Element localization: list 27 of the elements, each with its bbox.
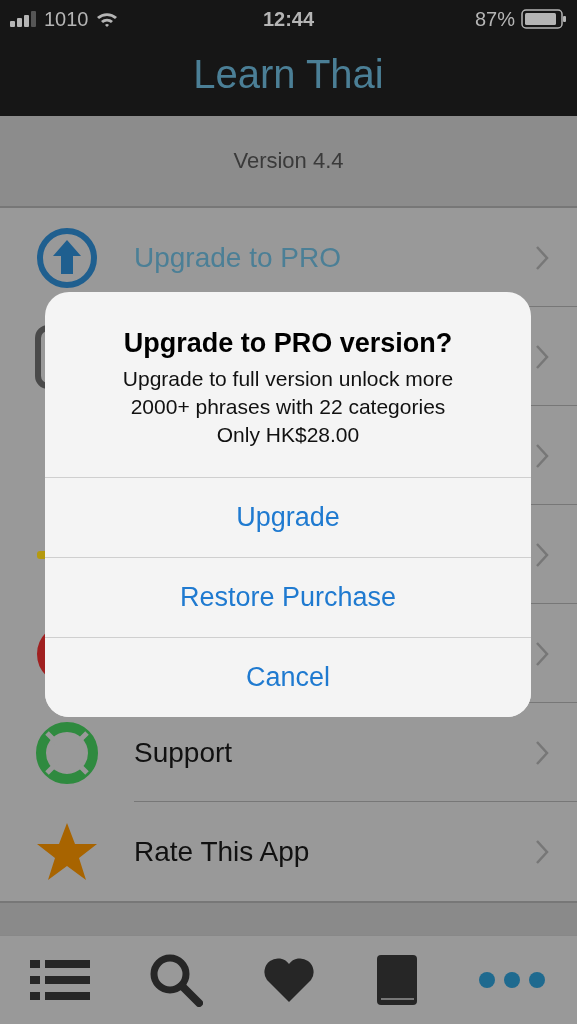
menu-item-label[interactable]: Rate This App	[134, 835, 535, 868]
chevron-icon	[535, 838, 549, 865]
app-title: Learn Thai	[193, 51, 384, 97]
chevron-icon	[535, 343, 549, 370]
chevron-icon	[535, 541, 549, 568]
chevron-icon	[535, 739, 549, 766]
heart-icon[interactable]	[262, 956, 317, 1004]
chevron-icon	[535, 244, 549, 271]
dialog-message: Only HK$28.00	[216, 423, 360, 447]
list-icon[interactable]	[29, 958, 90, 1002]
book-icon[interactable]	[375, 955, 418, 1005]
dialog-message: 2000+ phrases with 22 categories	[130, 395, 446, 419]
menu-item-label[interactable]: Support	[134, 736, 535, 769]
dialog-button[interactable]: Cancel	[45, 637, 531, 717]
dialog-message: Upgrade to full version unlock more	[122, 367, 454, 391]
chevron-icon	[535, 640, 549, 667]
dots-icon[interactable]	[477, 970, 548, 990]
status-time: 12:44	[261, 7, 316, 31]
battery-percentage: 87%	[475, 7, 515, 31]
version-text: Version 4.4	[233, 148, 344, 174]
lifebuoy-icon	[35, 720, 99, 785]
search-icon[interactable]	[149, 953, 204, 1007]
signal-icon	[10, 11, 38, 27]
battery-icon	[521, 9, 567, 29]
dialog-title: Upgrade to PRO version?	[123, 328, 453, 359]
carrier-name: 1010	[44, 7, 89, 31]
chevron-icon	[535, 442, 549, 469]
